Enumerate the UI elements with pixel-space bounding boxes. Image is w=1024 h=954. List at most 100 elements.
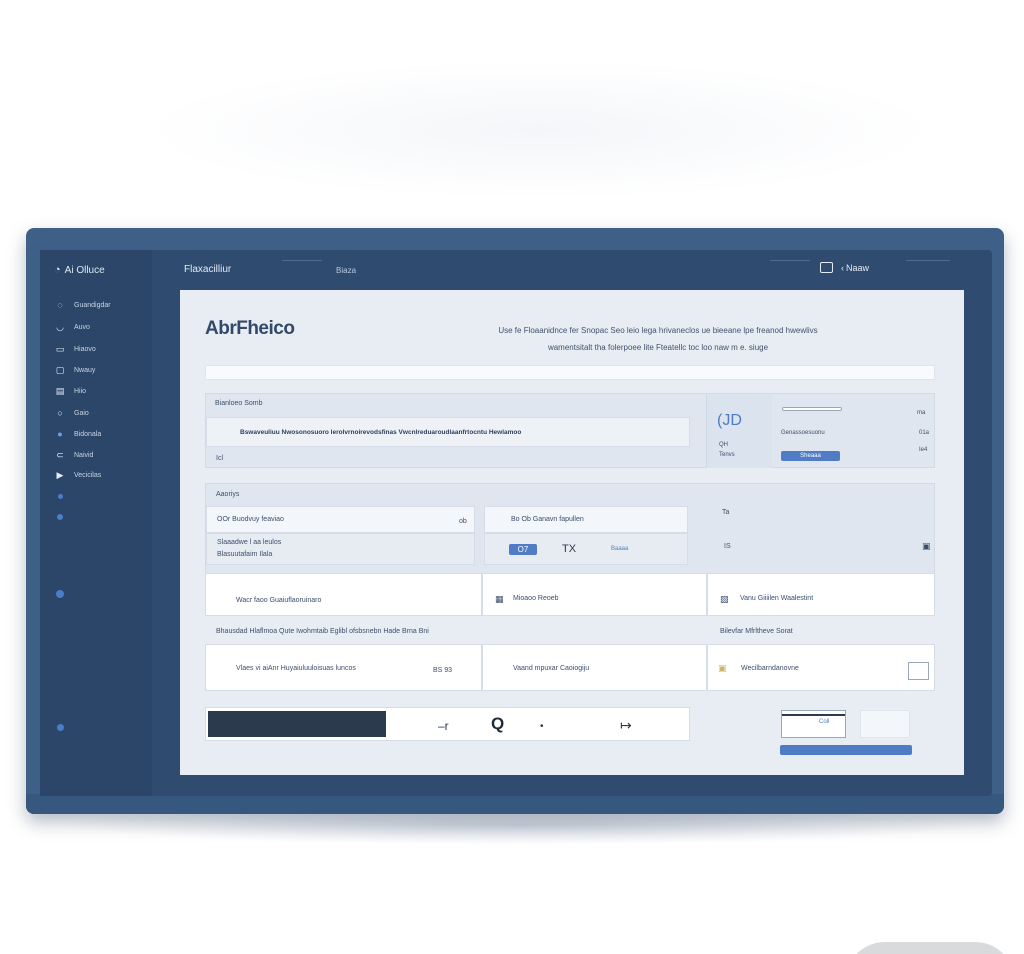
sidebar-item-8[interactable]: ⊂ Naivid xyxy=(54,448,93,462)
option-text: Bo Ob Ganavn fapullen xyxy=(511,516,584,523)
header-divider xyxy=(770,260,810,261)
app-window: ◔ Ai Olluce ◌ Guandigdar ◡ Auvo ▭ Hiaovo… xyxy=(40,250,992,796)
status-dot xyxy=(58,494,63,499)
list-card[interactable]: ▧ Vanu Giiiilen Waalestint xyxy=(707,573,935,616)
value-label: Ie4 xyxy=(919,447,928,453)
media-toolbar: –r Q • ↦ xyxy=(205,707,690,741)
intro-line: Use fe Floaanidnce fer Snopac Seo leio l… xyxy=(498,326,818,335)
range-slider[interactable] xyxy=(782,407,842,411)
sidebar-item-label: Naivid xyxy=(74,451,94,459)
sidebar-item-label: Hiaovo xyxy=(74,345,96,353)
image-icon xyxy=(820,262,833,273)
sidebar-item-label: Guandigdar xyxy=(74,301,111,309)
primary-button[interactable] xyxy=(780,745,912,755)
background-haze xyxy=(140,60,940,200)
status-dot[interactable] xyxy=(56,590,64,598)
eye-icon: ◡ xyxy=(56,321,64,332)
option-text: Baaaa xyxy=(611,546,629,552)
description-field[interactable]: Bswaveuliuu Nwosonosuoro lerolvrnoirevod… xyxy=(206,417,690,447)
card-number: BS 93 xyxy=(433,667,453,674)
header-divider xyxy=(282,260,322,261)
search-icon[interactable]: Q xyxy=(491,714,504,734)
brand[interactable]: ◔ Ai Olluce xyxy=(54,264,105,276)
card-text: Wacr faoo Guaiuflaoruinaro xyxy=(236,597,322,604)
panel-footer: Icl xyxy=(216,455,223,462)
column-label: Ta xyxy=(722,509,730,516)
symbol-text: TX xyxy=(562,543,577,555)
sidebar-item-label: Hiio xyxy=(74,387,87,395)
status-dot[interactable] xyxy=(57,724,64,731)
sidebar-item-5[interactable]: ▤ Hiio xyxy=(54,384,86,398)
column-value: IS xyxy=(724,543,731,550)
intro-line: wamentsitalt tha folerpoee lite Fteatell… xyxy=(547,343,769,352)
grid-icon: ▦ xyxy=(495,594,504,604)
card-text: Vaand mpuxar Caoiogiju xyxy=(513,665,590,672)
options-panel: Aaoriys OOr Buodvuy feaviao ob Slaaadwe … xyxy=(205,483,935,578)
sidebar-item-1[interactable]: ◌ Guandigdar xyxy=(54,298,111,312)
sidebar-item-label: Nwauy xyxy=(74,366,96,374)
option-text: Slaaadwe l aa leulos xyxy=(217,539,282,546)
header-subtitle[interactable]: Biaza xyxy=(336,266,356,275)
preview-caption: Tenvs xyxy=(719,452,735,458)
option-field[interactable]: Slaaadwe l aa leulos Blasuutafaim Ilala xyxy=(206,533,475,565)
card-text: Vanu Giiiilen Waalestint xyxy=(740,595,814,602)
search-bar[interactable] xyxy=(205,365,935,380)
edit-icon[interactable] xyxy=(908,662,929,680)
list-card[interactable]: ▦ Mioaoo Reoeb xyxy=(482,573,707,616)
brand-label: Ai Olluce xyxy=(64,264,105,276)
card-text: Mioaoo Reoeb xyxy=(513,595,559,602)
sidebar-item-9[interactable]: ▶ Vecicilas xyxy=(54,468,102,482)
list-card[interactable]: Vaand mpuxar Caoiogiju xyxy=(482,644,707,691)
mini-preview-label: Coll xyxy=(819,719,830,725)
mini-preview-bar xyxy=(782,714,845,716)
logo-icon: ◔ xyxy=(54,264,61,276)
main-content: AbrFheico Use fe Floaanidnce fer Snopac … xyxy=(180,290,964,775)
toolbar-glyph[interactable]: –r xyxy=(438,719,449,733)
header-divider xyxy=(906,260,950,261)
sidebar-item-label: Gaio xyxy=(74,409,89,417)
sidebar-item-6[interactable]: ○ Gaio xyxy=(54,406,89,420)
option-text: OOr Buodvuy feaviao xyxy=(217,516,284,523)
arrow-right-icon[interactable]: ↦ xyxy=(620,717,632,734)
play-icon: ▶ xyxy=(56,469,64,480)
sidebar-item-2[interactable]: ◡ Auvo xyxy=(54,320,90,334)
option-suffix: ob xyxy=(459,518,467,525)
sidebar-item-7[interactable]: ● Bidonala xyxy=(54,427,101,441)
sidebar-item-label: Bidonala xyxy=(74,430,102,438)
dot-icon: • xyxy=(540,721,544,732)
monitor-bezel xyxy=(26,794,1004,814)
user-menu[interactable]: ‹ Naaw xyxy=(820,262,869,273)
box-icon: ▢ xyxy=(55,364,65,375)
intro-text: Use fe Floaanidnce fer Snopac Seo leio l… xyxy=(448,322,868,356)
apply-button[interactable]: Sheaaa xyxy=(781,451,840,461)
card-text: Wecilbarndanovne xyxy=(741,665,799,672)
page-title: AbrFheico xyxy=(205,318,295,339)
sidebar: ◔ Ai Olluce ◌ Guandigdar ◡ Auvo ▭ Hiaovo… xyxy=(40,250,152,796)
chevron-left-icon: ‹ xyxy=(841,262,844,273)
sidebar-item-3[interactable]: ▭ Hiaovo xyxy=(54,342,96,356)
list-card[interactable]: ▣ Wecilbarndanovne xyxy=(707,644,935,691)
card-text: Vlaes vi aiAnr Huyaiuluuloisuas luncos xyxy=(236,665,356,672)
header-title: Flaxacilliur xyxy=(184,264,232,275)
secondary-button[interactable] xyxy=(860,710,910,738)
sidebar-item-label: Vecicilas xyxy=(74,471,102,479)
option-field[interactable]: Bo Ob Ganavn fapullen xyxy=(484,506,688,533)
preview-box: (JD QH Tenvs xyxy=(706,394,772,468)
range-label: Genassoesuonu xyxy=(781,430,825,436)
list-card[interactable]: Vlaes vi aiAnr Huyaiuluuloisuas luncos B… xyxy=(205,644,482,691)
section-label: Bhausdad Hlaflmoa Qute Iwohmtaib Eglibl … xyxy=(216,628,429,635)
list-card[interactable]: Wacr faoo Guaiuflaoruinaro xyxy=(205,573,482,616)
option-field[interactable]: OOr Buodvuy feaviao ob xyxy=(206,506,475,533)
tag-button[interactable]: O7 xyxy=(509,544,537,555)
section-label: Bilevfar Mfrltheve Sorat xyxy=(720,628,793,635)
progress-track[interactable] xyxy=(208,711,386,737)
swirl-icon: ◌ xyxy=(57,300,63,310)
value-label: 01a xyxy=(919,430,930,436)
link-icon: ⊂ xyxy=(56,449,64,460)
option-field[interactable]: O7 TX Baaaa xyxy=(484,533,688,565)
user-name: Naaw xyxy=(846,262,870,273)
note-icon: ▣ xyxy=(718,663,727,673)
sidebar-item-4[interactable]: ▢ Nwauy xyxy=(54,363,96,377)
mini-preview[interactable]: Coll xyxy=(781,710,846,738)
calendar-icon[interactable]: ▣ xyxy=(922,541,931,552)
